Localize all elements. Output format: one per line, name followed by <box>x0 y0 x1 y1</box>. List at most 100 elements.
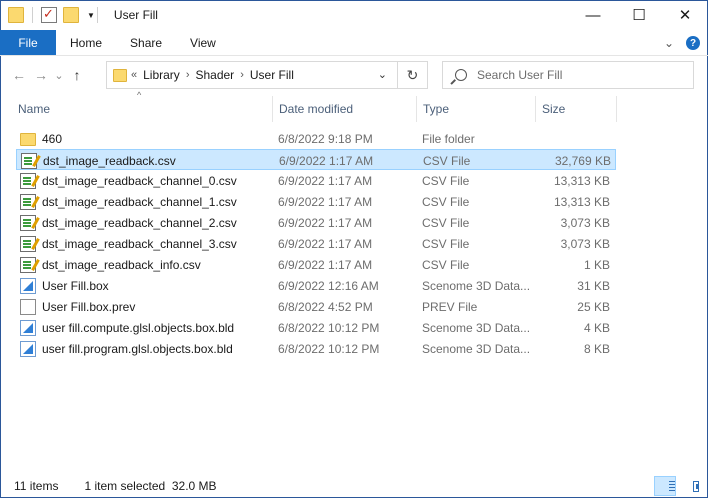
box-file-icon <box>20 277 36 294</box>
file-date-modified: 6/9/2022 1:17 AM <box>279 153 374 168</box>
file-name: dst_image_readback_info.csv <box>42 257 201 272</box>
file-size: 4 KB <box>583 320 610 335</box>
file-name-cell: dst_image_readback_info.csv <box>20 254 272 275</box>
maximize-button[interactable]: ☐ <box>616 0 662 30</box>
tab-file[interactable]: File <box>0 30 56 55</box>
navigation-bar: ← → ⌄ ↑ « Library › Shader › User Fill ⌄… <box>0 56 708 94</box>
breadcrumb-separator[interactable]: › <box>186 69 190 81</box>
path-overflow[interactable]: « <box>131 69 137 81</box>
column-date-modified[interactable]: Date modified <box>273 94 416 124</box>
back-button[interactable]: ← <box>8 64 30 86</box>
tab-share[interactable]: Share <box>116 30 176 55</box>
details-view-button[interactable] <box>654 476 676 496</box>
file-name: user fill.compute.glsl.objects.box.bld <box>42 320 235 335</box>
file-name-cell: dst_image_readback_channel_3.csv <box>20 233 272 254</box>
file-name: User Fill.box <box>42 278 109 293</box>
file-list: 460 6/8/2022 9:18 PM File folder dst_image_… <box>16 128 616 359</box>
window-controls: — ☐ ✕ <box>570 0 708 30</box>
file-date-modified: 6/8/2022 10:12 PM <box>278 341 380 356</box>
csv-file-icon <box>21 152 37 169</box>
file-row[interactable]: User Fill.box 6/9/2022 12:16 AM Scenome 3D… <box>16 275 616 296</box>
file-size: 32,769 KB <box>554 153 611 168</box>
search-icon <box>455 69 467 81</box>
close-button[interactable]: ✕ <box>662 0 708 30</box>
file-type: CSV File <box>422 173 470 188</box>
file-name-cell: User Fill.box <box>20 275 272 296</box>
box-file-icon <box>20 340 36 357</box>
forward-button[interactable]: → <box>30 64 52 86</box>
column-name[interactable]: Name <box>12 94 272 124</box>
new-folder-icon[interactable] <box>63 7 79 23</box>
file-type: CSV File <box>422 215 470 230</box>
breadcrumb-user-fill[interactable]: User Fill <box>250 68 294 82</box>
address-bar[interactable]: « Library › Shader › User Fill ⌄ <box>106 61 398 89</box>
file-date-modified: 6/9/2022 1:17 AM <box>278 257 373 272</box>
divider <box>96 7 98 23</box>
csv-file-icon <box>20 235 36 252</box>
column-divider[interactable] <box>616 96 617 122</box>
file-date-modified: 6/9/2022 1:17 AM <box>278 215 373 230</box>
file-row[interactable]: dst_image_readback_channel_0.csv 6/9/2022… <box>16 170 616 191</box>
file-row[interactable]: dst_image_readback_info.csv 6/9/2022 1:17… <box>16 254 616 275</box>
file-date-modified: 6/8/2022 4:52 PM <box>278 299 373 314</box>
file-name-cell: 460 <box>20 128 272 149</box>
file-row[interactable]: user fill.compute.glsl.objects.box.bld 6/… <box>16 317 616 338</box>
title-bar: ▼ User Fill — ☐ ✕ <box>0 0 708 30</box>
file-row[interactable]: dst_image_readback_channel_2.csv 6/9/2022… <box>16 212 616 233</box>
file-name-cell: user fill.program.glsl.objects.box.bld <box>20 338 272 359</box>
file-size <box>536 128 610 149</box>
search-input[interactable] <box>477 68 677 82</box>
ribbon-right: ⌄ ? <box>664 30 700 56</box>
column-type[interactable]: Type <box>417 94 535 124</box>
file-date-modified: 6/9/2022 1:17 AM <box>278 173 373 188</box>
up-button[interactable]: ↑ <box>66 64 88 86</box>
file-size: 25 KB <box>577 299 610 314</box>
breadcrumb-library[interactable]: Library <box>143 68 180 82</box>
csv-file-icon <box>20 193 36 210</box>
file-name-cell: dst_image_readback.csv <box>21 150 273 171</box>
file-date-modified: 6/9/2022 1:17 AM <box>278 194 373 209</box>
blank-file-icon <box>20 298 36 315</box>
file-row[interactable]: dst_image_readback_channel_1.csv 6/9/2022… <box>16 191 616 212</box>
large-icons-view-icon <box>693 480 699 492</box>
refresh-button[interactable]: ↻ <box>398 61 428 89</box>
breadcrumb-separator[interactable]: › <box>240 69 244 81</box>
help-icon[interactable]: ? <box>686 36 700 50</box>
file-date-modified: 6/9/2022 12:16 AM <box>278 278 379 293</box>
file-row[interactable]: dst_image_readback_channel_3.csv 6/9/2022… <box>16 233 616 254</box>
tab-view[interactable]: View <box>176 30 230 55</box>
address-dropdown-icon[interactable]: ⌄ <box>378 68 387 81</box>
recent-locations-button[interactable]: ⌄ <box>52 64 66 86</box>
file-date-modified: 6/8/2022 9:18 PM <box>278 131 373 146</box>
file-type: CSV File <box>422 194 470 209</box>
properties-icon[interactable] <box>41 6 57 23</box>
window-title: User Fill <box>113 8 158 22</box>
quick-access-toolbar: ▼ <box>0 0 106 30</box>
large-icons-view-button[interactable] <box>678 476 700 496</box>
column-headers: ^ Name Date modified Type Size <box>0 90 708 124</box>
tab-home[interactable]: Home <box>56 30 116 55</box>
column-size[interactable]: Size <box>536 94 616 124</box>
file-date-modified: 6/9/2022 1:17 AM <box>278 236 373 251</box>
file-row[interactable]: 460 6/8/2022 9:18 PM File folder <box>16 128 616 149</box>
file-type: PREV File <box>422 299 478 314</box>
customize-toolbar-icon[interactable]: ▼ <box>87 11 95 20</box>
file-name-cell: User Fill.box.prev <box>20 296 272 317</box>
file-size: 31 KB <box>577 278 610 293</box>
file-name: dst_image_readback_channel_3.csv <box>42 236 237 251</box>
file-row[interactable]: User Fill.box.prev 6/8/2022 4:52 PM PREV F… <box>16 296 616 317</box>
file-row[interactable]: dst_image_readback.csv 6/9/2022 1:17 AM CS… <box>16 149 616 170</box>
search-box[interactable] <box>442 61 694 89</box>
file-type: Scenome 3D Data... <box>422 320 531 335</box>
file-type: CSV File <box>422 236 470 251</box>
minimize-button[interactable]: — <box>570 0 616 30</box>
divider <box>32 7 33 23</box>
file-row[interactable]: user fill.program.glsl.objects.box.bld 6/… <box>16 338 616 359</box>
ribbon-tabs: File Home Share View ⌄ ? <box>0 30 708 56</box>
breadcrumb-shader[interactable]: Shader <box>195 68 234 82</box>
expand-ribbon-icon[interactable]: ⌄ <box>664 36 674 50</box>
file-size: 3,073 KB <box>560 215 610 230</box>
csv-file-icon <box>20 256 36 273</box>
file-name: dst_image_readback_channel_2.csv <box>42 215 237 230</box>
box-file-icon <box>20 319 36 336</box>
